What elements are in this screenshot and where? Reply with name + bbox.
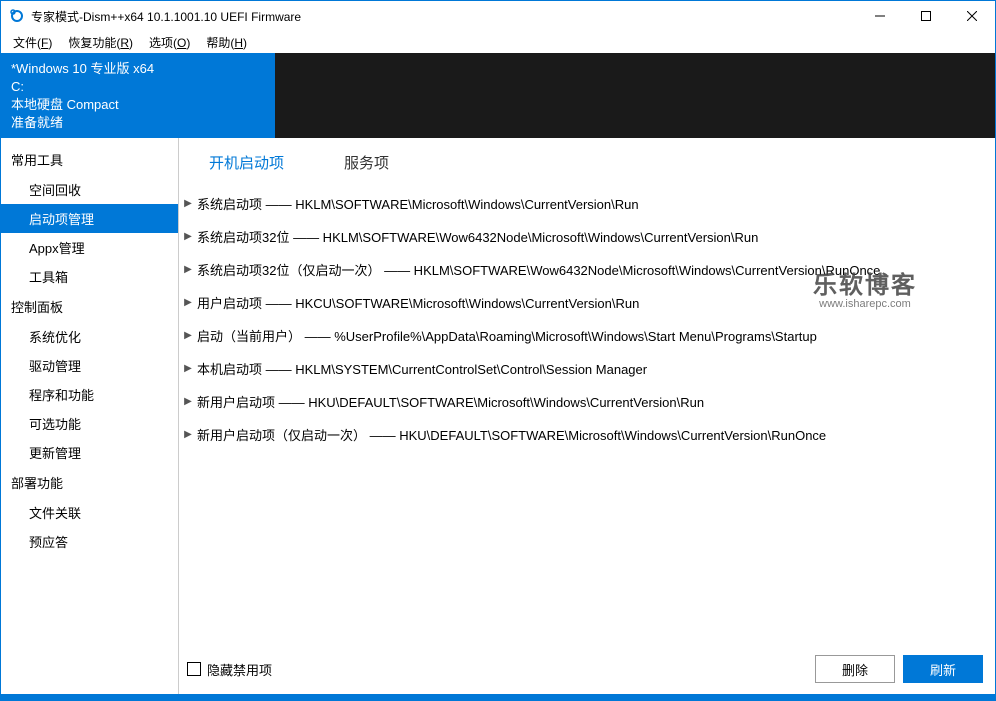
app-icon bbox=[9, 8, 25, 24]
hide-disabled-checkbox[interactable]: 隐藏禁用项 bbox=[187, 660, 272, 679]
tab[interactable]: 开机启动项 bbox=[209, 152, 284, 173]
menu-file[interactable]: 文件(F) bbox=[5, 32, 60, 53]
checkbox-icon bbox=[187, 662, 201, 676]
chevron-right-icon: ▶ bbox=[179, 330, 197, 341]
refresh-button[interactable]: 刷新 bbox=[903, 655, 983, 683]
os-info-panel[interactable]: *Windows 10 专业版 x64 C: 本地硬盘 Compact 准备就绪 bbox=[1, 53, 275, 138]
hide-disabled-label: 隐藏禁用项 bbox=[207, 660, 272, 679]
startup-row-label: 系统启动项32位 —— HKLM\SOFTWARE\Wow6432Node\Mi… bbox=[197, 227, 758, 246]
os-name: *Windows 10 专业版 x64 bbox=[11, 60, 265, 78]
sidebar: 常用工具空间回收启动项管理Appx管理工具箱控制面板系统优化驱动管理程序和功能可… bbox=[1, 138, 179, 694]
startup-row[interactable]: ▶系统启动项 —— HKLM\SOFTWARE\Microsoft\Window… bbox=[179, 187, 987, 220]
menu-recover[interactable]: 恢复功能(R) bbox=[60, 32, 141, 53]
sidebar-item[interactable]: 工具箱 bbox=[1, 262, 178, 291]
startup-row-label: 新用户启动项（仅启动一次） —— HKU\DEFAULT\SOFTWARE\Mi… bbox=[197, 425, 826, 444]
sidebar-item[interactable]: 启动项管理 bbox=[1, 204, 178, 233]
banner-dark-area bbox=[275, 53, 995, 138]
startup-row-label: 用户启动项 —— HKCU\SOFTWARE\Microsoft\Windows… bbox=[197, 293, 639, 312]
os-drive: C: bbox=[11, 78, 265, 96]
maximize-button[interactable] bbox=[903, 1, 949, 31]
chevron-right-icon: ▶ bbox=[179, 231, 197, 242]
chevron-right-icon: ▶ bbox=[179, 198, 197, 209]
chevron-right-icon: ▶ bbox=[179, 396, 197, 407]
startup-row[interactable]: ▶启动（当前用户） —— %UserProfile%\AppData\Roami… bbox=[179, 319, 987, 352]
window-controls bbox=[857, 1, 995, 31]
tab[interactable]: 服务项 bbox=[344, 152, 389, 173]
sidebar-item[interactable]: 更新管理 bbox=[1, 438, 178, 467]
startup-row[interactable]: ▶本机启动项 —— HKLM\SYSTEM\CurrentControlSet\… bbox=[179, 352, 987, 385]
startup-row[interactable]: ▶新用户启动项（仅启动一次） —— HKU\DEFAULT\SOFTWARE\M… bbox=[179, 418, 987, 451]
sidebar-item[interactable]: 预应答 bbox=[1, 527, 178, 556]
window-title: 专家模式-Dism++x64 10.1.1001.10 UEFI Firmwar… bbox=[31, 8, 301, 25]
footer-bar: 隐藏禁用项 删除 刷新 bbox=[179, 644, 995, 694]
sidebar-item[interactable]: Appx管理 bbox=[1, 233, 178, 262]
startup-row-label: 系统启动项32位（仅启动一次） —— HKLM\SOFTWARE\Wow6432… bbox=[197, 260, 880, 279]
startup-row-label: 系统启动项 —— HKLM\SOFTWARE\Microsoft\Windows… bbox=[197, 194, 639, 213]
tabs: 开机启动项 服务项 bbox=[179, 138, 995, 187]
os-status: 准备就绪 bbox=[11, 114, 265, 132]
chevron-right-icon: ▶ bbox=[179, 363, 197, 374]
startup-row[interactable]: ▶用户启动项 —— HKCU\SOFTWARE\Microsoft\Window… bbox=[179, 286, 987, 319]
startup-row[interactable]: ▶系统启动项32位 —— HKLM\SOFTWARE\Wow6432Node\M… bbox=[179, 220, 987, 253]
titlebar: 专家模式-Dism++x64 10.1.1001.10 UEFI Firmwar… bbox=[1, 1, 995, 31]
startup-list: ▶系统启动项 —— HKLM\SOFTWARE\Microsoft\Window… bbox=[179, 187, 995, 644]
sidebar-item[interactable]: 空间回收 bbox=[1, 175, 178, 204]
startup-row[interactable]: ▶新用户启动项 —— HKU\DEFAULT\SOFTWARE\Microsof… bbox=[179, 385, 987, 418]
chevron-right-icon: ▶ bbox=[179, 297, 197, 308]
chevron-right-icon: ▶ bbox=[179, 264, 197, 275]
startup-row-label: 启动（当前用户） —— %UserProfile%\AppData\Roamin… bbox=[197, 326, 817, 345]
sidebar-item[interactable]: 可选功能 bbox=[1, 409, 178, 438]
sidebar-item[interactable]: 驱动管理 bbox=[1, 351, 178, 380]
menubar: 文件(F) 恢复功能(R) 选项(O) 帮助(H) bbox=[1, 31, 995, 53]
sidebar-item[interactable]: 程序和功能 bbox=[1, 380, 178, 409]
menu-help[interactable]: 帮助(H) bbox=[198, 32, 255, 53]
content-area: 常用工具空间回收启动项管理Appx管理工具箱控制面板系统优化驱动管理程序和功能可… bbox=[1, 138, 995, 694]
sidebar-section-header: 控制面板 bbox=[1, 291, 178, 322]
chevron-right-icon: ▶ bbox=[179, 429, 197, 440]
sidebar-item[interactable]: 系统优化 bbox=[1, 322, 178, 351]
delete-button[interactable]: 删除 bbox=[815, 655, 895, 683]
main-panel: 开机启动项服务项 ▶系统启动项 —— HKLM\SOFTWARE\Microso… bbox=[179, 138, 995, 694]
startup-row[interactable]: ▶系统启动项32位（仅启动一次） —— HKLM\SOFTWARE\Wow643… bbox=[179, 253, 987, 286]
app-window: 专家模式-Dism++x64 10.1.1001.10 UEFI Firmwar… bbox=[0, 0, 996, 701]
minimize-button[interactable] bbox=[857, 1, 903, 31]
sidebar-section-header: 常用工具 bbox=[1, 144, 178, 175]
startup-row-label: 本机启动项 —— HKLM\SYSTEM\CurrentControlSet\C… bbox=[197, 359, 647, 378]
os-disk: 本地硬盘 Compact bbox=[11, 96, 265, 114]
status-strip bbox=[1, 694, 995, 700]
os-banner: *Windows 10 专业版 x64 C: 本地硬盘 Compact 准备就绪 bbox=[1, 53, 995, 138]
startup-row-label: 新用户启动项 —— HKU\DEFAULT\SOFTWARE\Microsoft… bbox=[197, 392, 704, 411]
menu-options[interactable]: 选项(O) bbox=[141, 32, 198, 53]
sidebar-item[interactable]: 文件关联 bbox=[1, 498, 178, 527]
close-button[interactable] bbox=[949, 1, 995, 31]
sidebar-section-header: 部署功能 bbox=[1, 467, 178, 498]
